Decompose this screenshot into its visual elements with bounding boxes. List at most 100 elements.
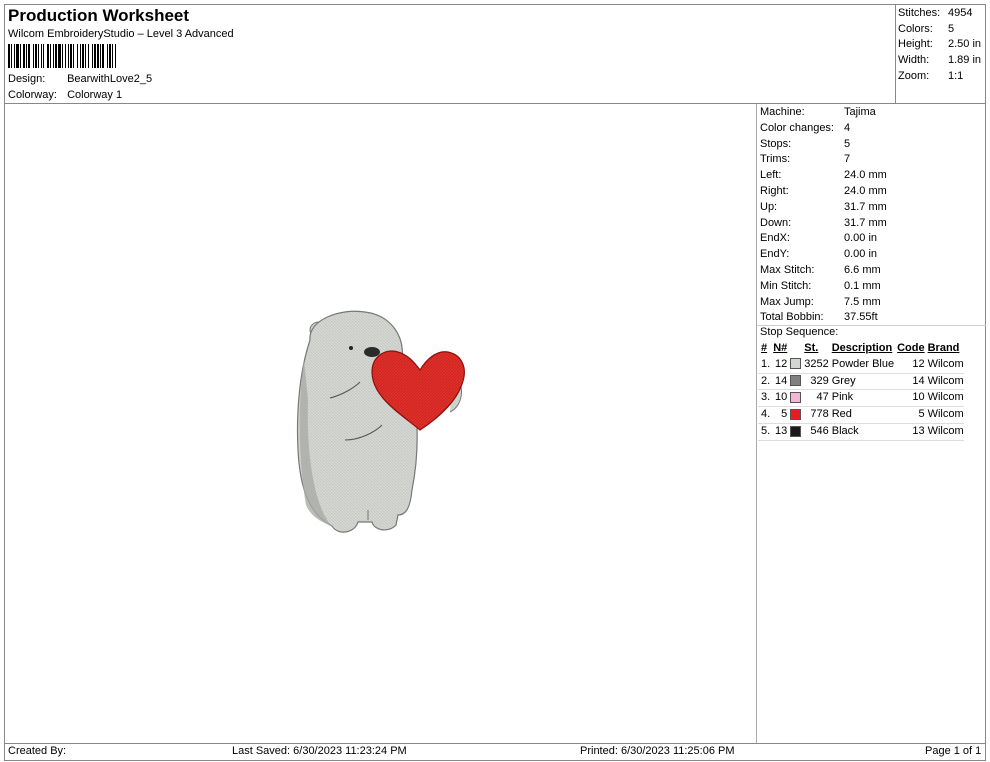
thread-description: Black [828,423,895,441]
machine-info-row: Trims: 7 [760,152,887,168]
stitches-label: Stitches: [898,7,941,19]
row-number: 3. [758,389,771,408]
last-saved: Last Saved: 6/30/2023 11:23:24 PM [232,745,407,757]
col-brand: Brand [927,342,960,354]
machine-info-value: 7.5 mm [844,295,881,308]
thread-brand: Wilcom [924,406,964,424]
col-code: Code [897,342,925,354]
design-preview [296,310,465,533]
thread-code: 13 [894,423,925,441]
row-number: 4. [758,406,771,424]
machine-info-row: Color changes: 4 [760,121,887,137]
machine-info-value: 0.00 in [844,248,878,261]
stop-sequence-title: Stop Sequence: [760,326,839,338]
design-row: Design: BearwithLove2_5 [8,73,152,85]
needle-number: 12 [770,356,788,374]
stitch-count: 3252 [801,356,829,374]
software-name: Wilcom EmbroideryStudio – Level 3 Advanc… [8,28,234,40]
color-swatch [787,423,802,441]
col-description: Description [831,342,893,354]
design-value: BearwithLove2_5 [67,73,153,85]
row-number: 2. [758,373,771,391]
machine-info-label: Color changes: [760,121,834,134]
thread-color-swatch [790,408,802,420]
stats-divider [895,4,896,104]
stitch-count: 778 [801,406,829,424]
colors-label: Colors: [898,22,933,35]
machine-info-row: Max Jump: 7.5 mm [760,295,887,311]
thread-code: 5 [894,406,925,424]
stitch-count: 47 [801,389,829,408]
thread-color-swatch [790,375,802,387]
col-num: # [761,342,768,354]
thread-color-swatch [790,425,802,437]
stop-sequence-row: 4. 5 778 Red 5 Wilcom [758,406,964,424]
machine-info-value: Tajima [844,106,876,118]
height-label: Height: [898,38,933,51]
col-swatch [787,341,801,357]
colorway-row: Colorway: Colorway 1 [8,89,122,101]
machine-info-label: Stops: [760,137,792,150]
page-number: Page 1 of 1 [925,745,982,757]
bear-figure [296,310,462,533]
colorway-value: Colorway 1 [67,89,123,101]
thread-description: Pink [828,389,895,408]
machine-info-row: Min Stitch: 0.1 mm [760,279,887,295]
machine-info-label: Right: [760,184,789,197]
thread-description: Red [828,406,895,424]
machine-info-row: Up: 31.7 mm [760,200,887,216]
machine-info-label: Trims: [760,153,791,166]
height-value: 2.50 in [948,38,982,51]
needle-number: 13 [770,423,788,441]
thread-code: 12 [894,356,925,374]
zoom-value: 1:1 [948,69,964,82]
machine-info-row: Machine: Tajima [760,105,887,121]
machine-info-value: 31.7 mm [844,200,887,213]
machine-info-row: Max Stitch: 6.6 mm [760,263,887,279]
stitches-value: 4954 [948,7,973,19]
thread-brand: Wilcom [924,373,964,391]
stitch-count: 546 [801,423,829,441]
machine-info-row: EndX: 0.00 in [760,231,887,247]
stop-sequence-table: # N# St. Description Code Brand 1. 12 3252… [758,341,964,441]
machine-info-value: 7 [844,153,851,166]
machine-info-label: Machine: [760,106,805,118]
machine-info-value: 24.0 mm [844,184,887,197]
thread-description: Grey [828,373,895,391]
machine-info-label: Left: [760,169,782,182]
machine-info-label: Max Stitch: [760,263,815,276]
machine-info-value: 37.55ft [844,311,878,324]
worksheet-title: Production Worksheet [8,6,190,25]
machine-info-row: EndY: 0.00 in [760,247,887,263]
stats-box: Stitches: 4954 Colors: 5 Height: 2.50 in Wi… [898,6,981,84]
machine-info-value: 4 [844,121,851,134]
thread-brand: Wilcom [924,423,964,441]
thread-brand: Wilcom [924,389,964,408]
machine-info-label: Up: [760,200,778,213]
thread-brand: Wilcom [924,356,964,374]
barcode-space [116,44,118,68]
machine-info-label: Down: [760,216,792,229]
stop-sequence-row: 5. 13 546 Black 13 Wilcom [758,423,964,441]
thread-code: 14 [894,373,925,391]
created-by: Created By: [8,745,67,757]
width-label: Width: [898,54,930,67]
machine-info-label: EndX: [760,232,790,245]
needle-number: 5 [770,406,788,424]
machine-info-row: Left: 24.0 mm [760,168,887,184]
machine-info-value: 0.00 in [844,232,878,245]
colorway-label: Colorway: [8,89,57,101]
row-number: 5. [758,423,771,441]
thread-code: 10 [894,389,925,408]
stop-sequence-header-row: # N# St. Description Code Brand [758,341,964,357]
design-label: Design: [8,73,46,85]
machine-info-row: Right: 24.0 mm [760,184,887,200]
machine-info-value: 6.6 mm [844,263,881,276]
stop-sequence-row: 1. 12 3252 Powder Blue 12 Wilcom [758,356,964,374]
color-swatch [787,356,802,374]
machine-info-value: 5 [844,137,851,150]
col-stitches: St. [804,342,819,354]
colors-value: 5 [948,22,955,35]
right-panel-divider [756,104,757,744]
color-swatch [787,406,802,424]
